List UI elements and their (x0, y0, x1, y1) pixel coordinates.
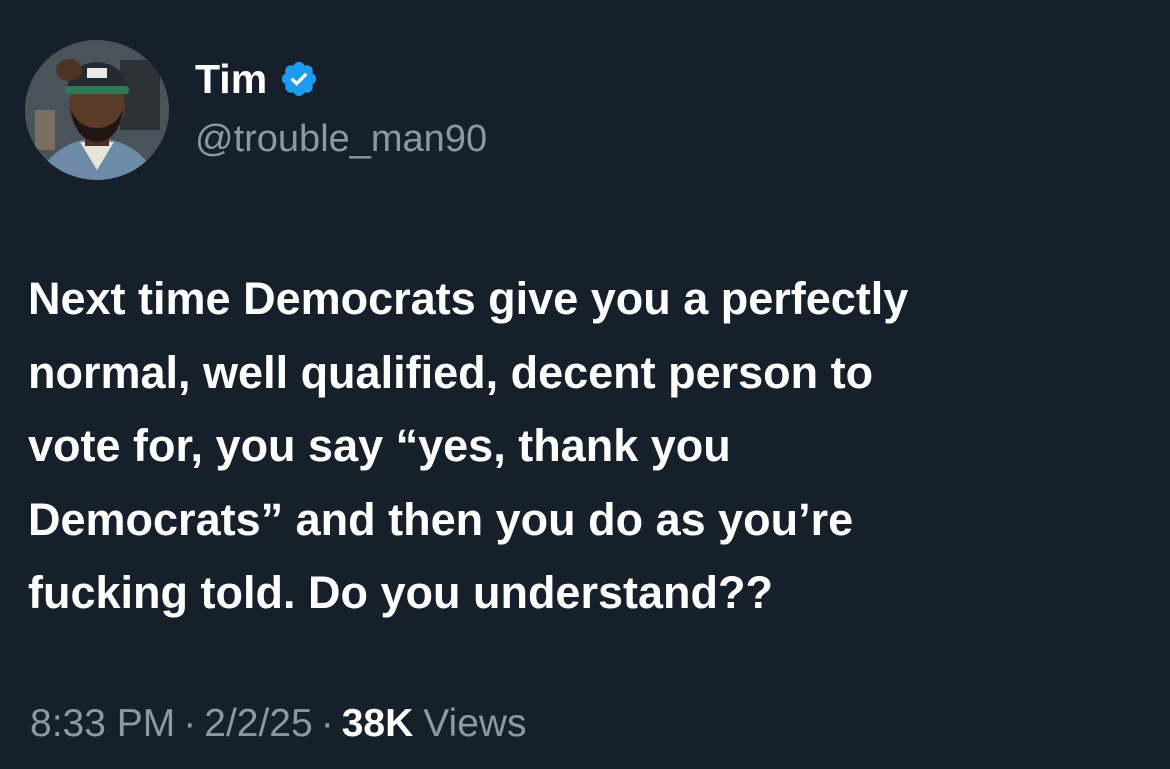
meta-separator: · (320, 702, 334, 745)
views-count[interactable]: 38K (342, 702, 414, 746)
views-label[interactable]: Views (423, 702, 526, 746)
author-name-row: Tim (195, 55, 319, 103)
avatar-image (25, 40, 169, 180)
tweet-date[interactable]: 2/2/25 (204, 702, 312, 746)
author-handle[interactable]: @trouble_man90 (195, 118, 487, 161)
tweet-text-line: fucking told. Do you understand?? (28, 567, 773, 618)
tweet-text-line: vote for, you say “yes, thank you (28, 420, 731, 471)
verified-badge-icon (279, 59, 319, 99)
tweet-text-line: Democrats” and then you do as you’re (28, 493, 854, 545)
tweet-text-line: Next time Democrats give you a perfectly (28, 273, 909, 324)
meta-separator: · (183, 702, 197, 745)
tweet-text-line: normal, well qualified, decent person to (28, 346, 874, 398)
display-name[interactable]: Tim (195, 56, 267, 103)
author-avatar[interactable] (25, 40, 169, 180)
tweet-card: Tim @trouble_man90 Next time Democrats g… (0, 0, 1170, 769)
tweet-time[interactable]: 8:33 PM (30, 702, 175, 746)
tweet-text: Next time Democrats give you a perfectly… (28, 262, 1148, 630)
tweet-meta: 8:33 PM · 2/2/25 · 38K Views (30, 702, 527, 746)
